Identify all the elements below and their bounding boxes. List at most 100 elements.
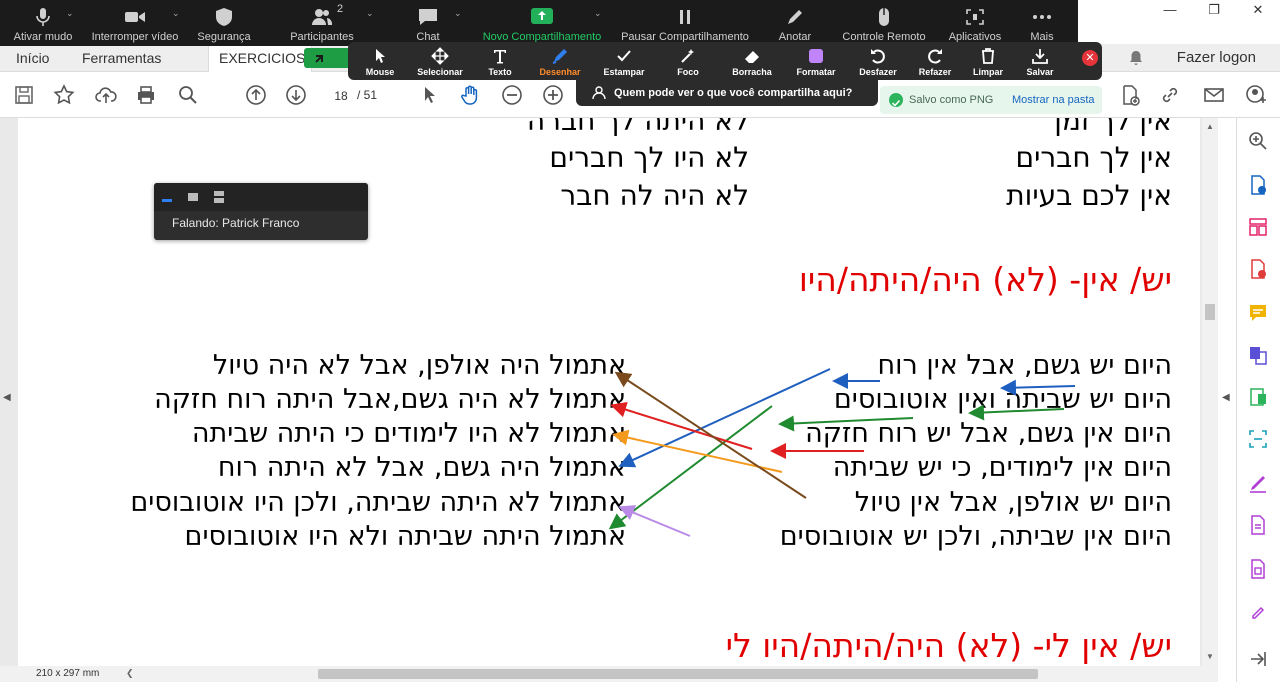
cloud-upload-icon[interactable] bbox=[94, 83, 118, 107]
video-options-caret-icon[interactable]: ⌄ bbox=[172, 8, 180, 19]
sharing-indicator-badge[interactable] bbox=[304, 48, 350, 68]
tool-undo[interactable]: Desfazer bbox=[850, 42, 906, 80]
close-window-button[interactable]: ✕ bbox=[1236, 0, 1280, 22]
next-page-icon[interactable] bbox=[284, 83, 308, 107]
speaker-window-controls bbox=[154, 183, 368, 211]
tool-mouse[interactable]: Mouse bbox=[352, 42, 408, 80]
match-green bbox=[608, 405, 773, 530]
horizontal-scroll-thumb[interactable] bbox=[318, 669, 1038, 679]
collapse-right-panel-icon[interactable]: ◀ bbox=[1222, 392, 1232, 404]
who-can-see-text: Quem pode ver o que você compartilha aqu… bbox=[614, 87, 853, 99]
participants-button[interactable]: Participantes bbox=[280, 0, 364, 46]
tab-document[interactable]: EXERCICIOS PA bbox=[208, 44, 312, 72]
new-share-button[interactable]: Novo Compartilhamento bbox=[478, 0, 606, 46]
zoom-in-icon[interactable] bbox=[541, 83, 565, 107]
protect-icon[interactable] bbox=[1247, 514, 1269, 536]
apps-icon bbox=[964, 7, 986, 27]
vertical-scroll-thumb[interactable] bbox=[1205, 304, 1215, 320]
save-download-icon bbox=[1031, 47, 1049, 65]
hand-tool-icon[interactable] bbox=[458, 83, 482, 107]
checkmark-icon bbox=[615, 47, 633, 65]
stop-video-button[interactable]: Interromper vídeo bbox=[86, 0, 184, 46]
save-icon[interactable] bbox=[12, 83, 36, 107]
share-caret-icon[interactable]: ⌄ bbox=[594, 8, 602, 19]
share-link-icon[interactable] bbox=[1158, 83, 1182, 107]
scroll-up-arrow-icon[interactable]: ▲ bbox=[1206, 122, 1214, 131]
find-search-icon[interactable] bbox=[176, 83, 200, 107]
minimize-speaker-icon[interactable] bbox=[162, 199, 172, 202]
add-user-icon[interactable] bbox=[1244, 83, 1268, 107]
arrow-autobusim bbox=[968, 404, 1065, 421]
mute-options-caret-icon[interactable]: ⌄ bbox=[66, 8, 74, 19]
annotate-button[interactable]: Anotar bbox=[768, 0, 822, 46]
chat-caret-icon[interactable]: ⌄ bbox=[454, 8, 462, 19]
tool-select[interactable]: Selecionar bbox=[412, 42, 468, 80]
page-number-input[interactable]: 18 bbox=[328, 85, 354, 105]
edit-pdf-icon[interactable] bbox=[1247, 386, 1269, 408]
minimize-button[interactable]: — bbox=[1148, 0, 1192, 22]
create-pdf-side-icon[interactable] bbox=[1247, 258, 1269, 280]
collapse-pane-icon[interactable] bbox=[1247, 648, 1269, 670]
print-icon[interactable] bbox=[134, 83, 158, 107]
fill-sign-icon[interactable] bbox=[1247, 472, 1269, 494]
matching-arrows bbox=[608, 368, 831, 537]
notification-bell-icon[interactable] bbox=[1128, 50, 1144, 66]
prepare-form-icon[interactable] bbox=[1247, 558, 1269, 580]
speaker-name: Falando: Patrick Franco bbox=[172, 216, 300, 230]
mute-button[interactable]: Ativar mudo bbox=[0, 0, 86, 46]
security-button[interactable]: Segurança bbox=[186, 0, 262, 46]
more-button[interactable]: Mais bbox=[1014, 0, 1070, 46]
select-cursor-icon[interactable] bbox=[418, 83, 442, 107]
chat-button[interactable]: Chat bbox=[396, 0, 460, 46]
draw-pen-icon bbox=[551, 47, 569, 65]
tool-format[interactable]: Formatar bbox=[788, 42, 844, 80]
tool-redo[interactable]: Refazer bbox=[907, 42, 963, 80]
arrow-geshem bbox=[778, 415, 914, 432]
previous-page-icon[interactable] bbox=[244, 83, 268, 107]
organize-pages-icon[interactable] bbox=[1247, 216, 1269, 238]
participants-count: 2 bbox=[337, 3, 344, 15]
more-tools-icon[interactable] bbox=[1247, 600, 1269, 622]
export-pdf-icon[interactable] bbox=[1247, 174, 1269, 196]
vertical-scrollbar[interactable]: ▲ ▼ bbox=[1202, 118, 1218, 666]
remote-control-button[interactable]: Controle Remoto bbox=[836, 0, 932, 46]
zoom-page-icon[interactable] bbox=[1247, 130, 1269, 152]
tool-stamp[interactable]: Estampar bbox=[596, 42, 652, 80]
tool-save[interactable]: Salvar bbox=[1012, 42, 1068, 80]
tool-text[interactable]: Texto bbox=[472, 42, 528, 80]
email-icon[interactable] bbox=[1202, 83, 1226, 107]
restore-button[interactable]: ❐ bbox=[1192, 0, 1236, 22]
login-link[interactable]: Fazer logon bbox=[1177, 44, 1256, 72]
combine-files-icon[interactable] bbox=[1247, 344, 1269, 366]
scroll-left-arrow-icon[interactable]: ❮ bbox=[126, 668, 134, 679]
scroll-down-arrow-icon[interactable]: ▼ bbox=[1206, 652, 1214, 661]
show-in-folder-link[interactable]: Mostrar na pasta bbox=[1012, 86, 1095, 114]
person-icon bbox=[592, 86, 606, 100]
bookmark-star-icon[interactable] bbox=[52, 83, 76, 107]
gallery-view-icon[interactable] bbox=[214, 191, 224, 203]
tool-spotlight[interactable]: Foco bbox=[660, 42, 716, 80]
zoom-out-icon[interactable] bbox=[500, 83, 524, 107]
tab-ferramentas[interactable]: Ferramentas bbox=[82, 44, 161, 72]
page-size-status: 210 x 297 mm bbox=[0, 666, 120, 682]
active-speaker-window[interactable]: Falando: Patrick Franco bbox=[154, 183, 368, 240]
pause-icon bbox=[674, 7, 696, 27]
horizontal-scrollbar[interactable]: ❮ bbox=[120, 666, 1218, 682]
pause-share-button[interactable]: Pausar Compartilhamento bbox=[618, 0, 752, 46]
close-annotation-icon[interactable]: ✕ bbox=[1082, 50, 1098, 66]
eraser-icon bbox=[743, 47, 761, 65]
tool-draw[interactable]: Desenhar bbox=[532, 42, 588, 80]
microphone-icon bbox=[32, 7, 54, 27]
tab-inicio[interactable]: Início bbox=[16, 44, 49, 72]
speaker-view-icon[interactable] bbox=[188, 193, 198, 201]
comment-icon[interactable] bbox=[1247, 302, 1269, 324]
who-can-see-banner[interactable]: Quem pode ver o que você compartilha aqu… bbox=[576, 80, 878, 106]
expand-left-panel-icon[interactable]: ◀ bbox=[3, 392, 11, 404]
participants-icon bbox=[311, 7, 333, 27]
participants-caret-icon[interactable]: ⌄ bbox=[366, 8, 374, 19]
create-pdf-icon[interactable] bbox=[1118, 83, 1142, 107]
tool-eraser[interactable]: Borracha bbox=[724, 42, 780, 80]
apps-button[interactable]: Aplicativos bbox=[942, 0, 1008, 46]
tool-clear[interactable]: Limpar bbox=[960, 42, 1016, 80]
scan-ocr-icon[interactable] bbox=[1247, 428, 1269, 450]
